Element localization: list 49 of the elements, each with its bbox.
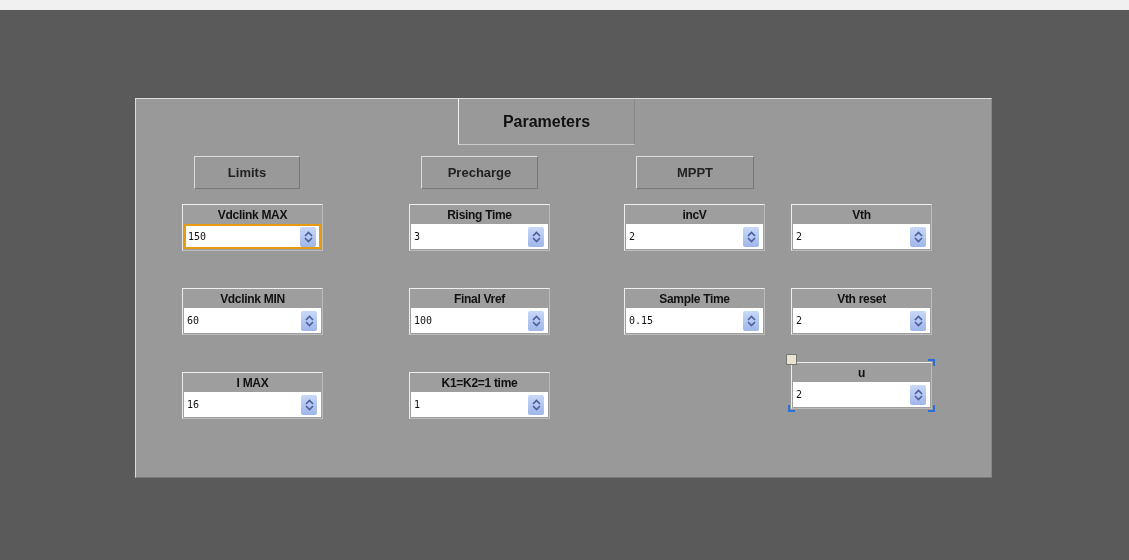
spinner-button[interactable]: [910, 384, 926, 405]
up-down-arrows-icon: [303, 230, 313, 243]
up-down-arrows-icon: [531, 398, 541, 411]
group-header: Limits: [194, 156, 300, 189]
field-label: u: [857, 364, 866, 382]
panel-title: Parameters: [458, 99, 635, 145]
field-label: Vth reset: [836, 290, 887, 308]
number-field[interactable]: 3: [411, 224, 548, 249]
group-header: Precharge: [421, 156, 538, 189]
field-label: Rising Time: [446, 206, 513, 224]
spinner-button[interactable]: [301, 310, 317, 331]
spinner-button[interactable]: [910, 310, 926, 331]
field-label: Final Vref: [453, 290, 507, 308]
field-label: I MAX: [235, 374, 270, 392]
number-field[interactable]: 60: [184, 308, 321, 333]
field-label: K1=K2=1 time: [440, 374, 519, 392]
spinner-button[interactable]: [528, 310, 544, 331]
spinner-button[interactable]: [528, 226, 544, 247]
up-down-arrows-icon: [746, 314, 756, 327]
spinner-button[interactable]: [528, 394, 544, 415]
up-down-arrows-icon: [304, 398, 314, 411]
number-field[interactable]: 16: [184, 392, 321, 417]
group-header: MPPT: [636, 156, 754, 189]
field-label: Vdclink MAX: [216, 206, 289, 224]
up-down-arrows-icon: [913, 230, 923, 243]
spinner-button[interactable]: [301, 394, 317, 415]
number-field[interactable]: 0.15: [626, 308, 763, 333]
spinner-button[interactable]: [300, 226, 316, 247]
up-down-arrows-icon: [746, 230, 756, 243]
field-label: Vth: [851, 206, 872, 224]
number-field[interactable]: 2: [626, 224, 763, 249]
number-field[interactable]: 2: [793, 224, 930, 249]
selection-handle[interactable]: [786, 354, 797, 365]
number-field[interactable]: 100: [411, 308, 548, 333]
field-label: incV: [681, 206, 708, 224]
up-down-arrows-icon: [913, 388, 923, 401]
up-down-arrows-icon: [531, 314, 541, 327]
number-field[interactable]: 2: [793, 382, 930, 407]
number-field[interactable]: 150: [184, 224, 321, 249]
spinner-button[interactable]: [743, 226, 759, 247]
spinner-button[interactable]: [743, 310, 759, 331]
up-down-arrows-icon: [531, 230, 541, 243]
number-field[interactable]: 1: [411, 392, 548, 417]
up-down-arrows-icon: [304, 314, 314, 327]
field-label: Sample Time: [658, 290, 731, 308]
field-label: Vdclink MIN: [219, 290, 286, 308]
up-down-arrows-icon: [913, 314, 923, 327]
number-field[interactable]: 2: [793, 308, 930, 333]
spinner-button[interactable]: [910, 226, 926, 247]
